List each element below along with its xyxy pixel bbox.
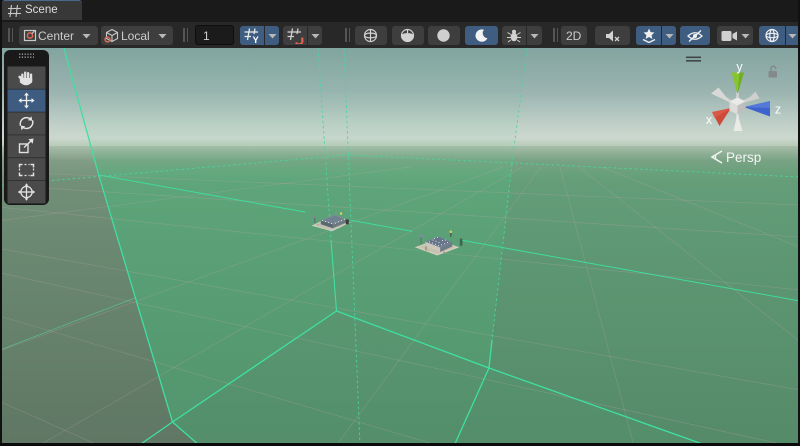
svg-text:y: y — [736, 60, 743, 74]
svg-text:Persp: Persp — [726, 150, 761, 165]
svg-text:x: x — [706, 113, 713, 127]
svg-text:Y: Y — [252, 35, 259, 44]
svg-text:z: z — [775, 103, 781, 117]
